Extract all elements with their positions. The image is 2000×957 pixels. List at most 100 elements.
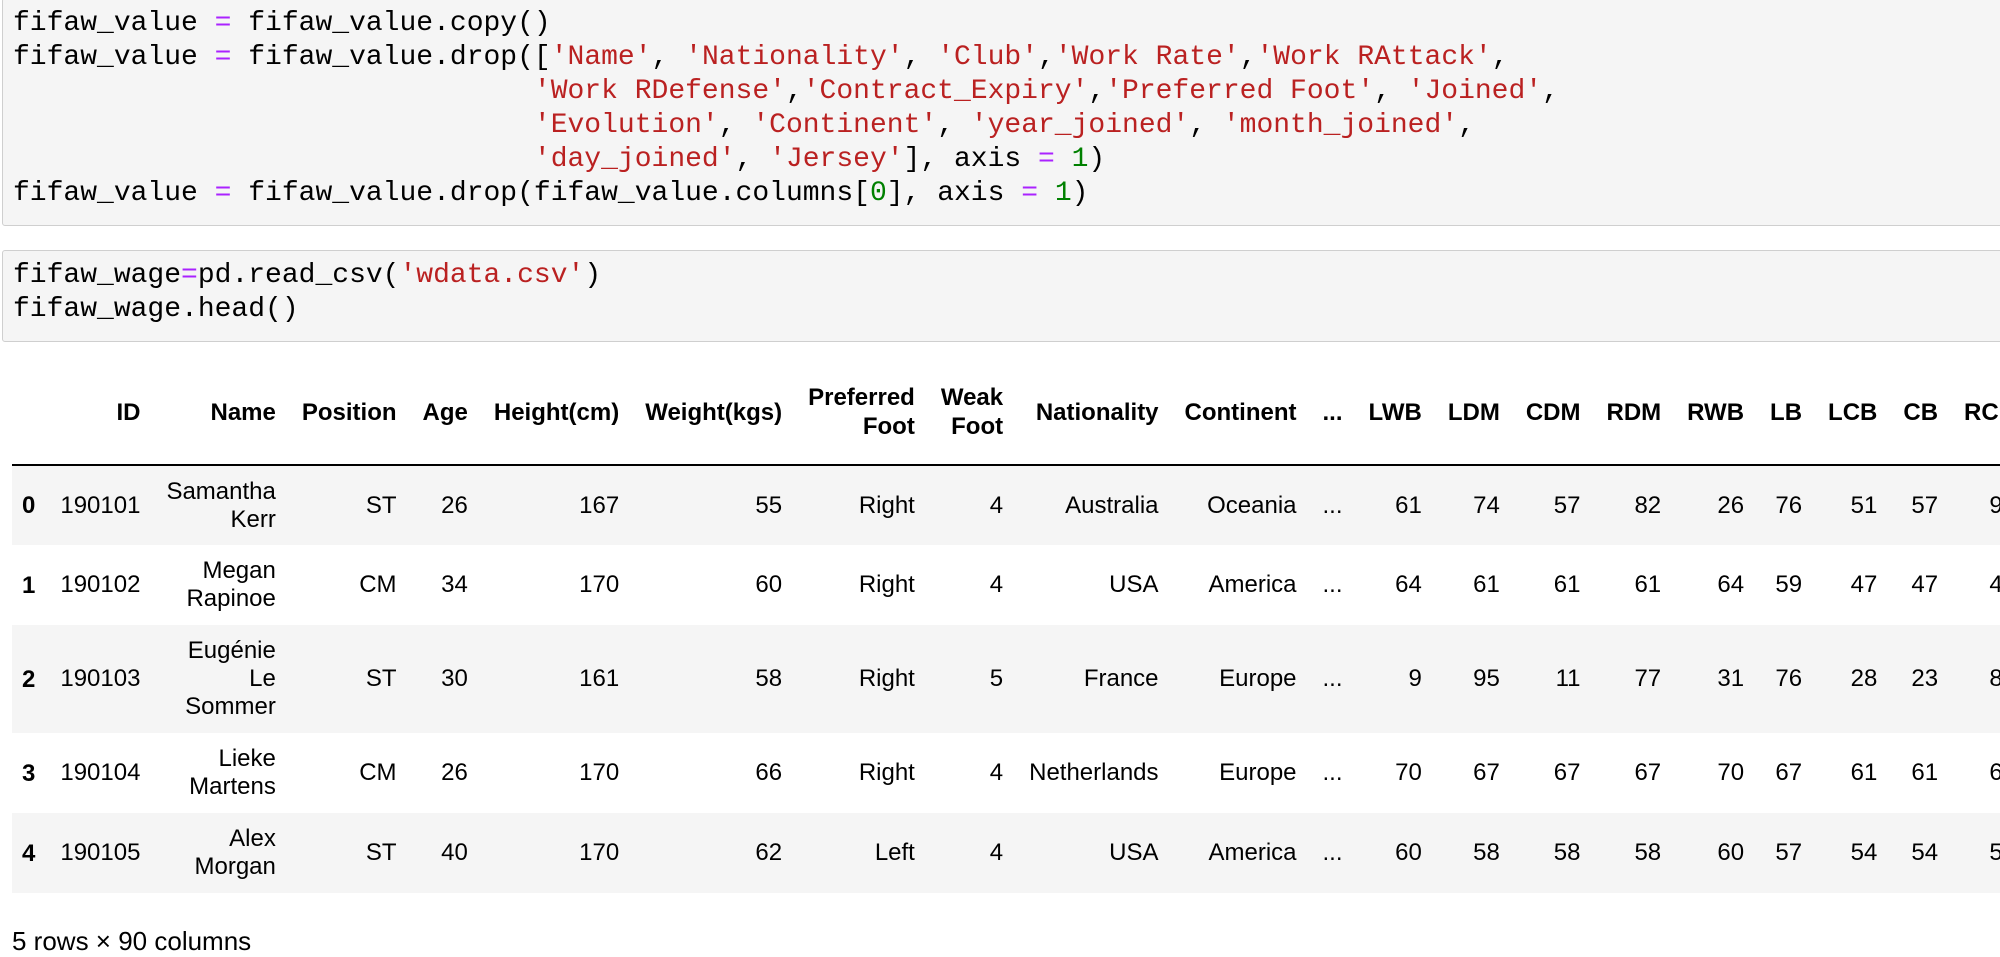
table-cell: 57 — [1775, 839, 1803, 866]
column-header: Name — [153, 360, 289, 466]
table-cell: 58 — [1634, 839, 1662, 866]
column-header: ID — [47, 360, 154, 466]
table-cell: 99 — [1989, 491, 2000, 519]
index-header — [12, 360, 48, 466]
table-cell: CM — [359, 571, 397, 598]
code-editor-1[interactable]: fifaw_value = fifaw_value.copy() fifaw_v… — [13, 7, 1559, 211]
table-cell: 31 — [1717, 665, 1745, 692]
table-cell: 55 — [755, 491, 783, 519]
table-cell: 190101 — [60, 491, 141, 519]
table-cell: 170 — [579, 759, 620, 786]
table-cell: 60 — [1395, 839, 1422, 866]
row-index: 2 — [22, 665, 36, 693]
column-header: ... — [1309, 360, 1356, 466]
table-cell: 76 — [1775, 491, 1803, 519]
table-cell: Samantha Kerr — [166, 477, 276, 533]
output-area: ID Name Position Age Height(cm) Weight(kgs) Pr… — [12, 360, 2000, 900]
table-cell: 54 — [1911, 839, 1939, 866]
table-cell: 66 — [755, 759, 783, 786]
table-cell: 9 — [1408, 665, 1422, 692]
table-cell: 161 — [579, 665, 620, 692]
column-header: LCB — [1815, 360, 1891, 466]
table-cell: Megan Rapinoe — [186, 557, 276, 612]
table-cell: 57 — [1911, 491, 1939, 519]
table-cell: ST — [365, 839, 397, 866]
dataframe-shape-label: 5 rows × 90 columns — [12, 926, 252, 956]
row-index: 0 — [22, 492, 36, 519]
table-cell: ... — [1322, 665, 1343, 692]
column-header: Height(cm) — [480, 360, 633, 466]
table-row: 1 190102 Megan Rapinoe CM 34 170 60 Right 4 USA Ame… — [12, 545, 2000, 625]
table-cell: 60 — [755, 571, 783, 598]
table-cell: 11 — [1555, 665, 1581, 692]
table-cell: 190103 — [60, 665, 141, 692]
code-cell-1[interactable]: fifaw_value = fifaw_value.copy() fifaw_v… — [2, 0, 2000, 226]
table-cell: 34 — [441, 571, 468, 598]
table-cell: 40 — [441, 839, 468, 866]
column-header: Weak Foot — [927, 360, 1017, 466]
table-cell: 190102 — [60, 571, 141, 598]
table-cell: 76 — [1775, 665, 1803, 692]
table-cell: 61 — [1473, 571, 1500, 598]
table-cell: CM — [359, 759, 397, 786]
table-cell: 30 — [441, 665, 468, 692]
table-cell: 61 — [1395, 491, 1422, 519]
column-header: CB — [1890, 360, 1952, 466]
table-cell: 58 — [1553, 839, 1581, 866]
table-cell: 60 — [1717, 839, 1745, 866]
table-cell: 4 — [989, 759, 1004, 786]
table-cell: ... — [1322, 759, 1343, 786]
column-header: RDM — [1593, 360, 1675, 466]
table-cell: 61 — [1911, 759, 1939, 786]
table-cell: 167 — [579, 491, 620, 519]
table-cell: 64 — [1395, 571, 1422, 598]
table-cell: 59 — [1775, 571, 1803, 598]
table-header: ID Name Position Age Height(cm) Weight(kgs) Pr… — [12, 360, 2000, 466]
table-cell: 51 — [1850, 491, 1878, 519]
row-index: 3 — [22, 759, 36, 787]
table-cell: Australia — [1065, 491, 1159, 519]
table-cell: 26 — [441, 491, 468, 519]
table-row: 2 190103 Eugénie Le Sommer ST 30 161 58 Right 5 Fra… — [12, 625, 2000, 733]
table-cell: Europe — [1219, 759, 1297, 786]
table-row: 0 190101 Samantha Kerr ST 26 167 55 Right 4 Austra… — [12, 465, 2000, 545]
table-cell: ST — [365, 665, 397, 692]
table-cell: 70 — [1395, 759, 1422, 786]
row-index: 1 — [22, 571, 36, 599]
column-header: Position — [288, 360, 410, 466]
table-cell: 5 — [989, 665, 1004, 692]
table-cell: 26 — [441, 759, 468, 786]
table-cell: ... — [1322, 491, 1343, 519]
table-cell: ... — [1322, 839, 1343, 866]
table-cell: 61 — [1553, 571, 1581, 598]
table-cell: Lieke Martens — [189, 745, 276, 800]
table-cell: ST — [365, 491, 397, 519]
table-cell: 95 — [1473, 665, 1500, 692]
table-cell: 64 — [1717, 571, 1745, 598]
table-cell: Left — [874, 839, 915, 866]
code-cell-2[interactable]: fifaw_wage=pd.read_csv('wdata.csv') fifa… — [2, 250, 2000, 342]
table-cell: Eugénie Le Sommer — [185, 637, 276, 720]
table-cell: 58 — [755, 665, 783, 692]
code-editor-2[interactable]: fifaw_wage=pd.read_csv('wdata.csv') fifa… — [13, 259, 601, 327]
table-cell: 67 — [1989, 759, 2000, 786]
table-cell: 26 — [1717, 491, 1745, 519]
table-cell: 170 — [579, 571, 620, 598]
column-header: Continent — [1171, 360, 1310, 466]
table-cell: USA — [1109, 571, 1159, 598]
table-cell: 54 — [1989, 839, 2000, 866]
table-cell: Netherlands — [1029, 759, 1159, 786]
table-cell: 190105 — [60, 839, 141, 866]
table-cell: 67 — [1775, 759, 1803, 786]
row-index: 4 — [22, 839, 36, 867]
table-cell: 70 — [1717, 759, 1745, 786]
table-cell: Right — [858, 571, 915, 598]
table-cell: 77 — [1634, 665, 1662, 692]
table-cell: France — [1083, 665, 1159, 692]
table-cell: USA — [1109, 839, 1159, 866]
table-cell: ... — [1322, 571, 1343, 598]
column-header: LWB — [1355, 360, 1435, 466]
table-cell: 85 — [1989, 665, 2000, 692]
table-cell: 190104 — [60, 759, 141, 786]
header-row: ID Name Position Age Height(cm) Weight(kgs) Pr… — [12, 360, 2000, 466]
